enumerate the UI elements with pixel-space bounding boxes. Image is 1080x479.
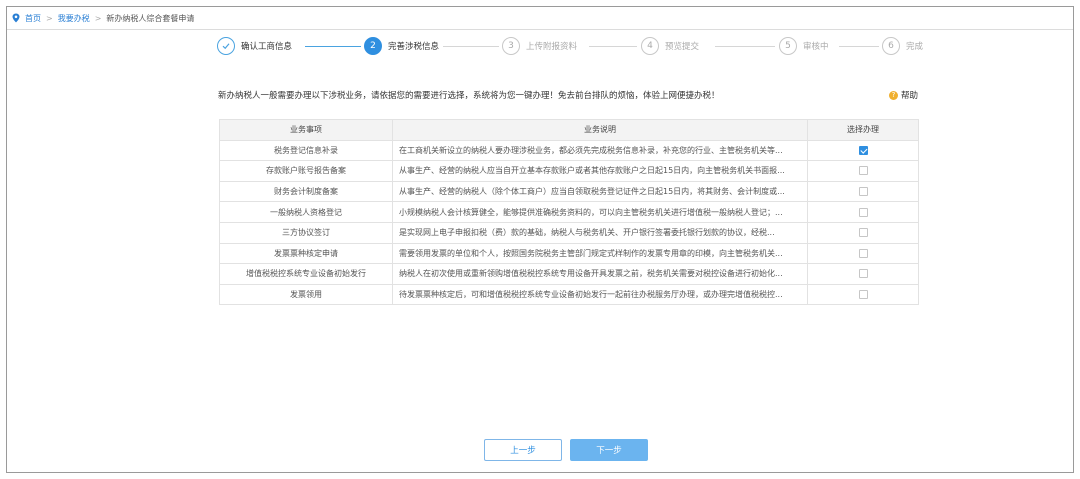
breadcrumb-separator: >: [46, 13, 53, 23]
row-name: 财务会计制度备案: [219, 180, 393, 203]
check-icon: [217, 37, 235, 55]
step-connector: [443, 46, 499, 47]
step-connector: [839, 46, 879, 47]
header-business-description: 业务说明: [392, 119, 808, 141]
table-row: 发票领用 待发票票种核定后，可和增值税税控系统专业设备初始发行一起前往办税服务厅…: [219, 283, 919, 306]
step-label: 审核中: [803, 42, 829, 52]
step-confirm-business-info: 确认工商信息: [217, 35, 292, 57]
table-row: 三方协议签订 是实现网上电子申报扣税（费）款的基础，纳税人与税务机关、开户银行签…: [219, 221, 919, 244]
select-checkbox[interactable]: [858, 290, 868, 300]
step-number: 5: [779, 37, 797, 55]
step-complete-tax-info: 2 完善涉税信息: [364, 35, 439, 57]
row-description: 从事生产、经营的纳税人（除个体工商户）应当自领取税务登记证件之日起15日内，将其…: [392, 180, 808, 203]
table-row: 存款账户账号报告备案 从事生产、经营的纳税人应当自开立基本存款账户或者其他存款账…: [219, 160, 919, 182]
row-description: 是实现网上电子申报扣税（费）款的基础，纳税人与税务机关、开户银行签署委托银行划款…: [392, 221, 808, 244]
table-row: 税务登记信息补录 在工商机关新设立的纳税人要办理涉税业务，都必须先完成税务信息补…: [219, 139, 919, 162]
row-description: 待发票票种核定后，可和增值税税控系统专业设备初始发行一起前往办税服务厅办理，或办…: [392, 283, 808, 306]
next-step-button[interactable]: 下一步: [570, 439, 648, 461]
breadcrumb-section-link[interactable]: 我要办税: [58, 13, 90, 24]
help-link[interactable]: ? 帮助: [888, 89, 918, 101]
select-checkbox[interactable]: [858, 187, 868, 197]
previous-step-button[interactable]: 上一步: [484, 439, 562, 461]
row-name: 存款账户账号报告备案: [219, 160, 393, 182]
select-checkbox[interactable]: [858, 228, 868, 238]
row-description: 纳税人在初次使用或重新领购增值税税控系统专用设备开具发票之前，税务机关需要对税控…: [392, 263, 808, 285]
breadcrumb: 首页 > 我要办税 > 新办纳税人综合套餐申请: [11, 11, 194, 25]
breadcrumb-separator: >: [94, 13, 102, 23]
breadcrumb-current: 新办纳税人综合套餐申请: [106, 13, 195, 23]
location-pin-icon: [12, 13, 20, 23]
help-label: 帮助: [900, 91, 918, 101]
row-name: 发票票种核定申请: [219, 242, 393, 265]
progress-stepper: 确认工商信息 2 完善涉税信息 3 上传附报资料 4 预览提交 5 审核中 6 …: [217, 35, 937, 57]
step-label: 上传附报资料: [526, 42, 578, 52]
row-description: 在工商机关新设立的纳税人要办理涉税业务，都必须先完成税务信息补录，补充您的行业、…: [392, 139, 808, 162]
row-description: 需要领用发票的单位和个人，按照国务院税务主管部门规定式样制作的发票专用章的印模，…: [392, 242, 808, 265]
row-description: 从事生产、经营的纳税人应当自开立基本存款账户或者其他存款账户之日起15日内，向主…: [392, 160, 808, 182]
breadcrumb-divider: [7, 29, 1073, 30]
step-connector: [715, 46, 775, 47]
step-label: 确认工商信息: [241, 42, 293, 52]
table-row: 财务会计制度备案 从事生产、经营的纳税人（除个体工商户）应当自领取税务登记证件之…: [219, 180, 919, 203]
row-name: 发票领用: [219, 283, 393, 306]
app-frame: 首页 > 我要办税 > 新办纳税人综合套餐申请 确认工商信息 2 完善涉税信息 …: [6, 6, 1074, 473]
header-select: 选择办理: [807, 119, 919, 141]
table-header-row: 业务事项 业务说明 选择办理: [219, 119, 919, 141]
step-upload-documents: 3 上传附报资料: [502, 35, 577, 57]
step-under-review: 5 审核中: [779, 35, 829, 57]
breadcrumb-home-link[interactable]: 首页: [25, 13, 41, 24]
step-connector: [305, 46, 361, 47]
step-connector: [589, 46, 637, 47]
business-table: 业务事项 业务说明 选择办理 税务登记信息补录 在工商机关新设立的纳税人要办理涉…: [219, 119, 919, 306]
select-checkbox[interactable]: [858, 248, 868, 258]
header-business-item: 业务事项: [219, 119, 393, 141]
step-label: 完成: [906, 42, 924, 52]
row-name: 三方协议签订: [219, 221, 393, 244]
row-name: 一般纳税人资格登记: [219, 201, 393, 223]
row-name: 增值税税控系统专业设备初始发行: [219, 263, 393, 285]
table-row: 增值税税控系统专业设备初始发行 纳税人在初次使用或重新领购增值税税控系统专用设备…: [219, 263, 919, 285]
step-number: 2: [364, 37, 382, 55]
select-checkbox[interactable]: [858, 166, 868, 176]
intro-bar: 新办纳税人一般需要办理以下涉税业务，请依据您的需要进行选择，系统将为您一键办理！…: [218, 89, 918, 101]
step-number: 6: [882, 37, 900, 55]
step-number: 3: [502, 37, 520, 55]
help-icon: ?: [888, 90, 898, 100]
table-row: 一般纳税人资格登记 小规模纳税人会计核算健全，能够提供准确税务资料的，可以向主管…: [219, 201, 919, 223]
step-label: 预览提交: [665, 42, 700, 52]
table-row: 发票票种核定申请 需要领用发票的单位和个人，按照国务院税务主管部门规定式样制作的…: [219, 242, 919, 265]
step-complete: 6 完成: [882, 35, 923, 57]
step-preview-submit: 4 预览提交: [641, 35, 699, 57]
step-number: 4: [641, 37, 659, 55]
select-checkbox[interactable]: [858, 145, 868, 155]
intro-text: 新办纳税人一般需要办理以下涉税业务，请依据您的需要进行选择，系统将为您一键办理！…: [218, 91, 720, 101]
select-checkbox[interactable]: [858, 207, 868, 217]
select-checkbox[interactable]: [858, 269, 868, 279]
row-description: 小规模纳税人会计核算健全，能够提供准确税务资料的，可以向主管税务机关进行增值税一…: [392, 201, 808, 223]
row-name: 税务登记信息补录: [219, 139, 393, 162]
step-label: 完善涉税信息: [388, 42, 440, 52]
